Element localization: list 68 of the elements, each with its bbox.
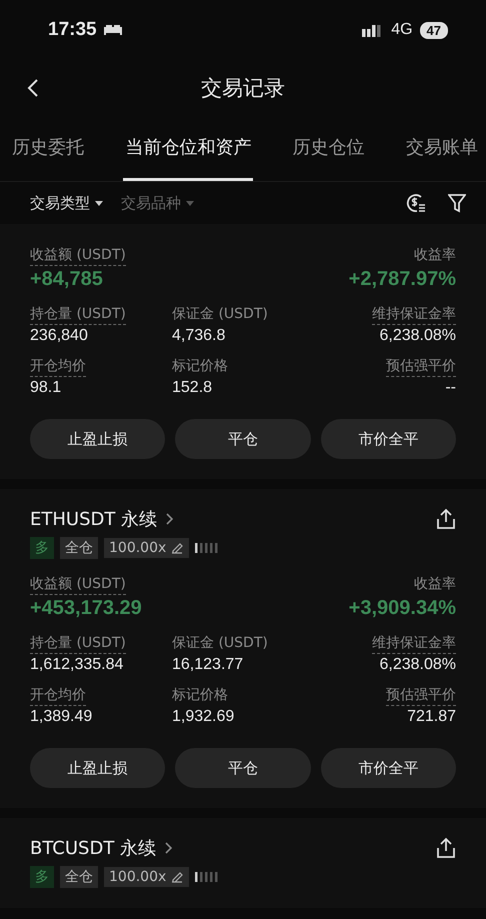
stat-label: 开仓均价	[30, 686, 86, 706]
stat-value: 1,932.69	[172, 708, 234, 726]
action-button[interactable]: 市价全平	[320, 748, 456, 788]
action-button[interactable]: 平仓	[175, 419, 311, 459]
network-type: 4G	[391, 21, 413, 39]
stat-value: --	[445, 379, 456, 397]
stat-label: 保证金 (USDT)	[172, 305, 268, 324]
page-title: 交易记录	[201, 74, 285, 102]
stat-value: 1,612,335.84	[30, 656, 124, 674]
share-icon[interactable]	[436, 508, 456, 530]
action-button[interactable]: 止盈止损	[30, 419, 166, 459]
action-button[interactable]: 市价全平	[320, 419, 456, 459]
stat-label: 维持保证金率	[372, 305, 456, 325]
stat-label: 收益率	[414, 246, 456, 265]
tab[interactable]: 历史仓位	[290, 115, 367, 181]
stat-label: 收益率	[414, 575, 456, 594]
action-button[interactable]: 止盈止损	[30, 748, 166, 788]
margin-mode-tag: 全仓	[60, 537, 98, 559]
filter-dropdown[interactable]: 交易类型	[30, 194, 103, 212]
filter-icon[interactable]	[448, 193, 466, 213]
stat-value: 152.8	[172, 379, 212, 397]
edit-icon	[170, 870, 184, 884]
chevron-right-icon[interactable]	[164, 841, 174, 855]
tab[interactable]: 交易账单	[404, 115, 480, 181]
caret-icon	[186, 200, 194, 206]
status-time: 17:35	[48, 19, 97, 41]
caret-icon	[95, 200, 103, 206]
stat-value: 1,389.49	[30, 708, 92, 726]
filter-dropdown[interactable]: 交易品种	[121, 194, 194, 212]
chevron-right-icon[interactable]	[165, 512, 174, 526]
stat-value: 98.1	[30, 379, 62, 397]
stat-label: 持仓量 (USDT)	[30, 305, 126, 325]
stat-label: 预估强平价	[386, 686, 456, 706]
position-symbol[interactable]: ETHUSDT 永续	[30, 507, 158, 531]
stat-label: 收益额 (USDT)	[30, 575, 126, 595]
battery-level: 47	[420, 22, 448, 38]
stat-value: 721.87	[407, 708, 456, 726]
stat-label: 标记价格	[172, 357, 228, 376]
side-tag: 多	[30, 537, 54, 559]
tab[interactable]: 当前仓位和资产	[123, 115, 254, 181]
stat-label: 预估强平价	[386, 357, 456, 377]
margin-mode-tag: 全仓	[60, 866, 98, 888]
stat-value: 236,840	[30, 327, 88, 345]
stat-value: +2,787.97%	[348, 268, 456, 291]
stat-value: +453,173.29	[30, 597, 142, 620]
stat-label: 维持保证金率	[372, 634, 456, 654]
share-icon[interactable]	[436, 837, 456, 859]
stat-value: 4,736.8	[172, 327, 226, 345]
tab[interactable]: 历史委托	[10, 115, 86, 181]
bed-icon	[102, 24, 123, 36]
stat-value: 6,238.08%	[379, 656, 456, 674]
back-icon[interactable]	[26, 78, 40, 98]
stat-label: 收益额 (USDT)	[30, 246, 126, 266]
stat-value: 6,238.08%	[379, 327, 456, 345]
action-button[interactable]: 平仓	[175, 748, 311, 788]
coin-list-icon[interactable]	[404, 192, 426, 214]
stat-value: +84,785	[30, 268, 103, 291]
leverage-tag[interactable]: 100.00x	[104, 538, 190, 558]
stat-label: 持仓量 (USDT)	[30, 634, 126, 654]
stat-value: +3,909.34%	[348, 597, 456, 620]
edit-icon	[170, 541, 184, 555]
stat-label: 开仓均价	[30, 357, 86, 377]
side-tag: 多	[30, 866, 54, 888]
stat-value: 16,123.77	[172, 656, 244, 674]
leverage-tag[interactable]: 100.00x	[104, 867, 190, 887]
position-symbol[interactable]: BTCUSDT 永续	[30, 836, 156, 860]
stat-label: 保证金 (USDT)	[172, 634, 268, 653]
stat-label: 标记价格	[172, 686, 228, 705]
